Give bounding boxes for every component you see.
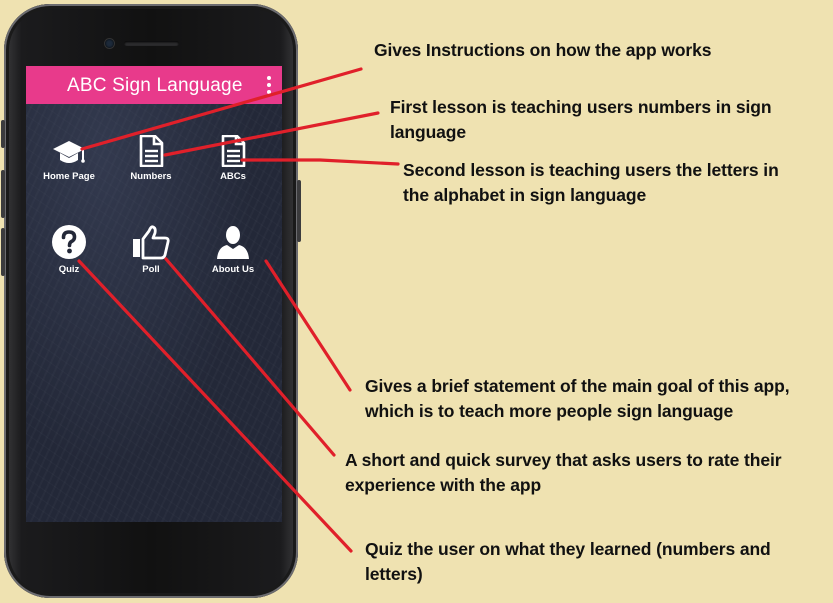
arrow-about <box>264 259 352 392</box>
arrow-poll <box>164 257 336 457</box>
annotation-quiz: Quiz the user on what they learned (numb… <box>365 537 771 587</box>
annotation-abcs-line2: the alphabet in sign language <box>403 185 647 205</box>
annotation-quiz-line1: Quiz the user on what they learned (numb… <box>365 539 771 559</box>
annotation-abcs: Second lesson is teaching users the lett… <box>403 158 779 208</box>
annotation-numbers-line1: First lesson is teaching users numbers i… <box>390 97 772 117</box>
annotation-about-line2: which is to teach more people sign langu… <box>365 401 734 421</box>
arrow-abcs <box>240 158 400 166</box>
annotation-about-line1: Gives a brief statement of the main goal… <box>365 376 790 396</box>
arrow-quiz <box>77 259 353 553</box>
annotation-arrows <box>77 67 400 553</box>
annotation-numbers-line2: language <box>390 122 467 142</box>
annotation-poll-line2: experience with the app <box>345 475 542 495</box>
annotation-about: Gives a brief statement of the main goal… <box>365 374 790 424</box>
annotation-poll-line1: A short and quick survey that asks users… <box>345 450 782 470</box>
annotation-numbers: First lesson is teaching users numbers i… <box>390 95 772 145</box>
arrow-home <box>80 67 363 151</box>
annotation-quiz-line2: letters) <box>365 564 423 584</box>
annotation-abcs-line1: Second lesson is teaching users the lett… <box>403 160 779 180</box>
arrow-numbers <box>163 111 380 157</box>
annotation-poll: A short and quick survey that asks users… <box>345 448 782 498</box>
annotation-home-line1: Gives Instructions on how the app works <box>374 40 712 60</box>
annotation-home: Gives Instructions on how the app works <box>374 38 712 63</box>
